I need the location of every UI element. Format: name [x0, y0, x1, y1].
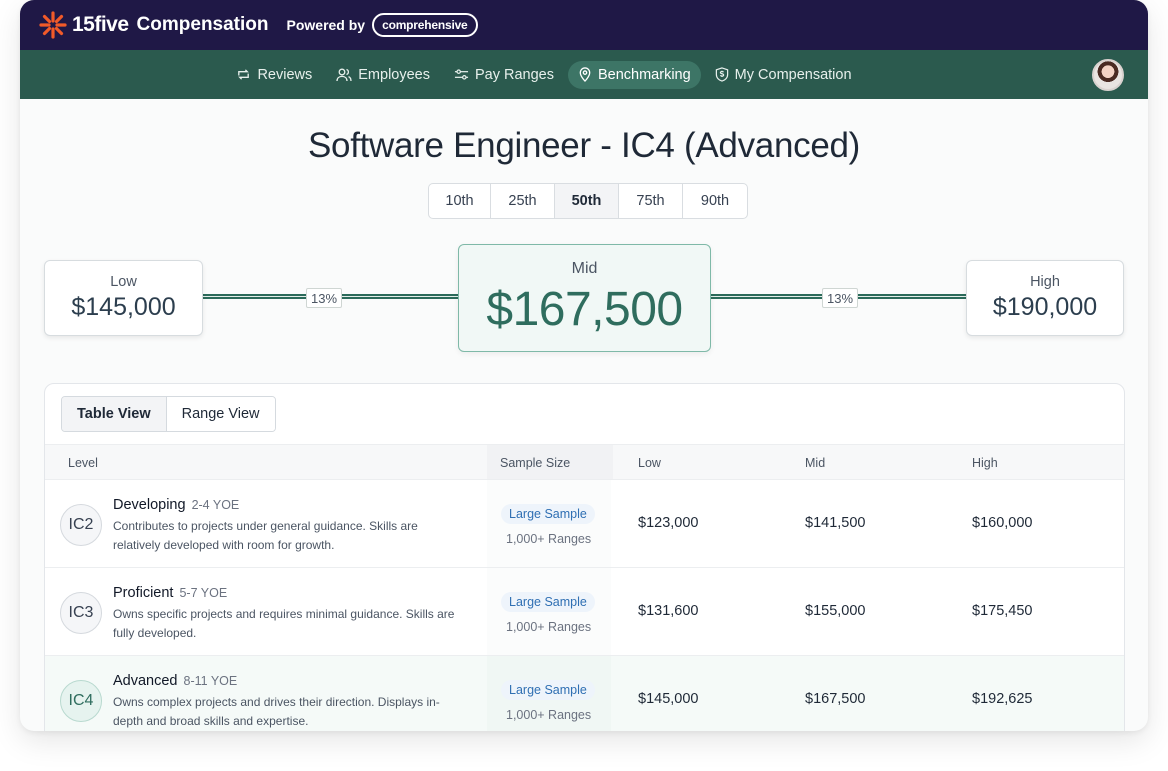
partner-logo: comprehensive: [372, 13, 478, 37]
high-label: High: [1030, 274, 1060, 290]
level-name-line: Proficient 5-7 YOE: [113, 585, 227, 601]
nav-label: Employees: [358, 66, 430, 83]
header-sample-size[interactable]: Sample Size: [500, 456, 570, 470]
header-level[interactable]: Level: [68, 456, 98, 470]
table-row[interactable]: IC2 Developing 2-4 YOE Contributes to pro…: [45, 480, 1124, 568]
level-badge: IC2: [60, 504, 102, 546]
header-low[interactable]: Low: [638, 456, 661, 470]
range-view-button[interactable]: Range View: [166, 397, 275, 431]
level-description: Owns complex projects and drives their d…: [113, 695, 440, 728]
nav-item-reviews[interactable]: Reviews: [226, 61, 322, 89]
level-name: Proficient: [113, 585, 174, 601]
mid-value-card: Mid $167,500: [458, 244, 711, 352]
level-description: Owns specific projects and requires mini…: [113, 607, 455, 640]
high-cell: $192,625: [972, 691, 1033, 707]
level-yoe: 5-7 YOE: [179, 586, 228, 600]
nav-label: Benchmarking: [597, 66, 691, 83]
mid-to-high-percent: 13%: [822, 288, 859, 308]
level-yoe: 8-11 YOE: [183, 674, 238, 688]
brand-bar: 15five Compensation Powered by comprehen…: [20, 0, 1148, 50]
sample-size-count: 1,000+ Ranges: [506, 708, 592, 722]
header-high[interactable]: High: [972, 456, 998, 470]
high-cell: $160,000: [972, 515, 1033, 531]
levels-panel: Table View Range View Level Sample Size …: [44, 383, 1125, 731]
people-icon: [336, 67, 352, 82]
level-badge: IC3: [60, 592, 102, 634]
sample-size-count: 1,000+ Ranges: [506, 620, 592, 634]
view-toggle: Table View Range View: [61, 396, 276, 432]
percentile-75th[interactable]: 75th: [619, 184, 683, 218]
nav-label: Pay Ranges: [474, 66, 554, 83]
level-description: Contributes to projects under general gu…: [113, 519, 418, 552]
low-to-mid-percent: 13%: [306, 288, 343, 308]
percentile-90th[interactable]: 90th: [683, 184, 747, 218]
nav-item-pay-ranges[interactable]: Pay Ranges: [444, 61, 564, 89]
location-pin-icon: [578, 67, 592, 82]
level-name-line: Developing 2-4 YOE: [113, 497, 239, 513]
level-badge: IC4: [60, 680, 102, 722]
page-title: Software Engineer - IC4 (Advanced): [307, 126, 861, 165]
app-name: Compensation: [136, 14, 269, 35]
nav-item-my-compensation[interactable]: My Compensation: [705, 61, 862, 89]
logo-wordmark: 15five: [72, 13, 129, 36]
sample-size-badge: Large Sample: [501, 680, 595, 700]
mid-label: Mid: [571, 260, 598, 277]
low-value-card: Low $145,000: [44, 260, 203, 336]
nav-item-benchmarking[interactable]: Benchmarking: [567, 60, 701, 89]
high-cell: $175,450: [972, 603, 1033, 619]
nav-label: My Compensation: [734, 66, 852, 83]
header-mid[interactable]: Mid: [805, 456, 825, 470]
level-yoe: 2-4 YOE: [191, 498, 240, 512]
app-window: 15five Compensation Powered by comprehen…: [20, 0, 1148, 731]
level-name: Developing: [113, 497, 186, 513]
nav-label: Reviews: [257, 66, 313, 83]
main-nav: Reviews Employees Pay Ranges Benchmarkin…: [20, 50, 1148, 99]
table-header: Level Sample Size Low Mid High: [45, 444, 1124, 480]
sample-size-count: 1,000+ Ranges: [506, 532, 592, 546]
high-amount: $190,000: [992, 293, 1098, 321]
shield-dollar-icon: [715, 67, 729, 82]
brand-logo[interactable]: 15five: [38, 10, 129, 40]
low-cell: $145,000: [638, 691, 699, 707]
level-name-line: Advanced 8-11 YOE: [113, 673, 237, 689]
table-view-button[interactable]: Table View: [62, 397, 167, 431]
percentile-selector: 10th 25th 50th 75th 90th: [428, 183, 748, 219]
mid-cell: $141,500: [805, 515, 866, 531]
level-name: Advanced: [113, 673, 178, 689]
spark-logo-icon: [38, 10, 68, 40]
powered-by-label: Powered by: [286, 17, 366, 33]
low-amount: $145,000: [71, 293, 176, 321]
sample-size-badge: Large Sample: [501, 592, 595, 612]
loop-icon: [236, 67, 251, 82]
mid-cell: $155,000: [805, 603, 866, 619]
mid-cell: $167,500: [805, 691, 866, 707]
percentile-50th[interactable]: 50th: [555, 184, 619, 218]
low-cell: $123,000: [638, 515, 699, 531]
sliders-icon: [454, 67, 469, 82]
table-row-current[interactable]: IC4 Advanced 8-11 YOE Owns complex projec…: [45, 656, 1124, 731]
percentile-25th[interactable]: 25th: [491, 184, 555, 218]
nav-item-employees[interactable]: Employees: [326, 61, 440, 89]
high-value-card: High $190,000: [966, 260, 1124, 336]
table-row[interactable]: IC3 Proficient 5-7 YOE Owns specific proj…: [45, 568, 1124, 656]
percentile-10th[interactable]: 10th: [429, 184, 491, 218]
low-label: Low: [110, 274, 137, 290]
user-avatar[interactable]: [1092, 59, 1124, 91]
mid-amount: $167,500: [486, 283, 683, 336]
sample-size-badge: Large Sample: [501, 504, 595, 524]
low-cell: $131,600: [638, 603, 699, 619]
